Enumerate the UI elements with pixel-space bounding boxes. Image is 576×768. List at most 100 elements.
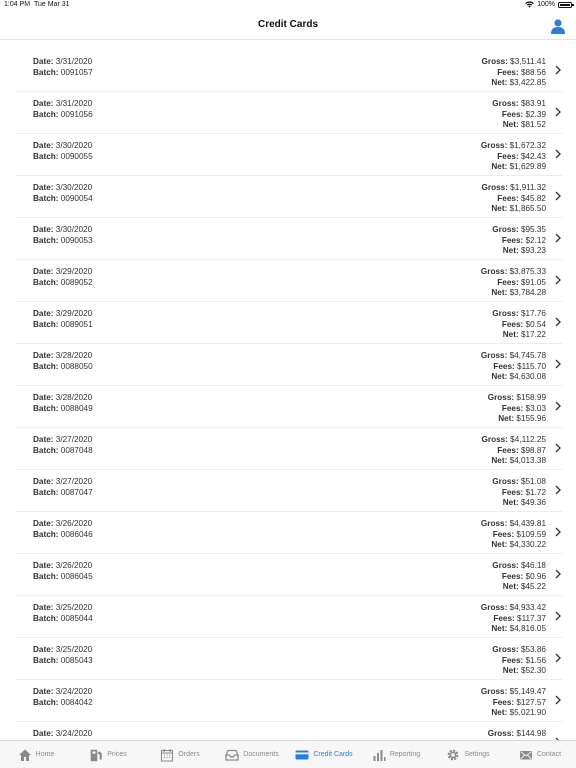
row-amounts: Gross: $3,511.41 Fees: $88.56 Net: $3,422.… [482, 57, 546, 89]
row-fees: Fees: $1.72 [501, 487, 546, 497]
row-left: Date: 3/30/2020 Batch: 0090055 [33, 141, 93, 162]
row-batch: Batch: 0091056 [33, 109, 93, 119]
row-gross: Gross: $158.99 [487, 393, 546, 402]
row-fees: Fees: $45.82 [497, 193, 546, 203]
table-row[interactable]: Date: 3/30/2020 Batch: 0090054 Gross: $1,9… [16, 176, 562, 218]
table-row[interactable]: Date: 3/29/2020 Batch: 0089052 Gross: $3,8… [16, 260, 562, 302]
row-amounts: Gross: $17.76 Fees: $0.54 Net: $17.22 [492, 309, 546, 341]
tab-label: Settings [464, 751, 490, 758]
row-gross: Gross: $51.08 [492, 477, 546, 486]
table-row[interactable]: Date: 3/25/2020 Batch: 0085043 Gross: $53.… [16, 638, 562, 680]
row-amounts: Gross: $95.35 Fees: $2.12 Net: $93.23 [492, 225, 546, 257]
table-row[interactable]: Date: 3/28/2020 Batch: 0088050 Gross: $4,7… [16, 344, 562, 386]
row-net: Net: $17.22 [502, 330, 546, 339]
row-amounts: Gross: $51.08 Fees: $1.72 Net: $49.36 [492, 477, 546, 509]
battery-percent: 100% [537, 1, 555, 8]
chevron-right-icon [555, 527, 561, 537]
row-fees: Fees: $115.70 [493, 361, 546, 371]
chevron-right-icon [555, 695, 561, 705]
row-amounts: Gross: $4,745.78 Fees: $115.70 Net: $4,630… [481, 351, 546, 383]
tab-prices[interactable]: Prices [72, 741, 144, 768]
row-gross: Gross: $144.98 [487, 729, 546, 738]
chevron-right-icon [555, 443, 561, 453]
table-row[interactable]: Date: 3/29/2020 Batch: 0089051 Gross: $17.… [16, 302, 562, 344]
table-row[interactable]: Date: 3/27/2020 Batch: 0087047 Gross: $51.… [16, 470, 562, 512]
navigation-bar: Credit Cards [0, 12, 576, 40]
row-batch: Batch: 0087047 [33, 487, 93, 497]
battery-icon [558, 1, 574, 8]
inbox-icon [225, 749, 239, 761]
table-row[interactable]: Date: 3/27/2020 Batch: 0087048 Gross: $4,1… [16, 428, 562, 470]
row-date: Date: 3/27/2020 [33, 435, 93, 444]
row-batch: Batch: 0090055 [33, 151, 93, 161]
row-amounts: Gross: $158.99 Fees: $3.03 Net: $155.96 [488, 393, 546, 425]
table-row[interactable]: Date: 3/26/2020 Batch: 0086046 Gross: $4,4… [16, 512, 562, 554]
credit-card-icon [295, 750, 309, 759]
row-net: Net: $52.30 [502, 666, 546, 675]
row-left: Date: 3/24/2020 Batch: 0084042 [33, 687, 93, 708]
row-gross: Gross: $5,149.47 [480, 687, 546, 696]
row-amounts: Gross: $53.86 Fees: $1.56 Net: $52.30 [492, 645, 546, 677]
row-batch: Batch: 0086046 [33, 529, 93, 539]
table-row[interactable]: Date: 3/26/2020 Batch: 0086045 Gross: $46.… [16, 554, 562, 596]
table-row[interactable]: Date: 3/30/2020 Batch: 0090055 Gross: $1,6… [16, 134, 562, 176]
row-left: Date: 3/29/2020 Batch: 0089052 [33, 267, 93, 288]
row-left: Date: 3/25/2020 Batch: 0085044 [33, 603, 93, 624]
tab-contact[interactable]: Contact [504, 741, 576, 768]
table-row[interactable]: Date: 3/28/2020 Batch: 0088049 Gross: $158… [16, 386, 562, 428]
tab-documents[interactable]: Documents [216, 741, 288, 768]
row-batch: Batch: 0088050 [33, 361, 93, 371]
page-title: Credit Cards [257, 19, 318, 30]
row-fees: Fees: $3.03 [501, 403, 546, 413]
row-date: Date: 3/31/2020 [33, 99, 93, 108]
chevron-right-icon [555, 65, 561, 75]
tab-label: Reporting [389, 751, 421, 758]
table-row[interactable]: Date: 3/25/2020 Batch: 0085044 Gross: $4,9… [16, 596, 562, 638]
row-left: Date: 3/30/2020 Batch: 0090054 [33, 183, 93, 204]
row-date: Date: 3/24/2020 [33, 687, 93, 696]
tab-home[interactable]: Home [0, 741, 72, 768]
row-date: Date: 3/28/2020 [33, 351, 93, 360]
table-row[interactable]: Date: 3/31/2020 Batch: 0091056 Gross: $83.… [16, 92, 562, 134]
row-net: Net: $4,013.38 [491, 456, 546, 465]
table-row[interactable]: Date: 3/24/2020 Gross: $144.98 [16, 722, 562, 740]
row-left: Date: 3/28/2020 Batch: 0088050 [33, 351, 93, 372]
row-amounts: Gross: $4,439.81 Fees: $109.59 Net: $4,330… [481, 519, 546, 551]
tab-credit-cards[interactable]: Credit Cards [288, 741, 360, 768]
row-net: Net: $155.96 [498, 414, 546, 423]
chevron-right-icon [555, 359, 561, 369]
row-date: Date: 3/30/2020 [33, 225, 93, 234]
row-left: Date: 3/24/2020 [33, 729, 92, 740]
tab-label: Credit Cards [313, 751, 353, 758]
row-date: Date: 3/27/2020 [33, 477, 93, 486]
row-left: Date: 3/27/2020 Batch: 0087047 [33, 477, 93, 498]
row-batch: Batch: 0086045 [33, 571, 93, 581]
tab-settings[interactable]: Settings [432, 741, 504, 768]
row-left: Date: 3/27/2020 Batch: 0087048 [33, 435, 93, 456]
user-icon[interactable] [550, 18, 566, 34]
row-gross: Gross: $83.91 [492, 99, 546, 108]
row-amounts: Gross: $3,875.33 Fees: $91.05 Net: $3,784.… [481, 267, 546, 299]
chevron-right-icon [555, 401, 561, 411]
batch-list[interactable]: Date: 3/31/2020 Batch: 0091057 Gross: $3,5… [16, 50, 562, 740]
row-net: Net: $49.36 [502, 498, 546, 507]
chevron-right-icon [555, 107, 561, 117]
table-row[interactable]: Date: 3/30/2020 Batch: 0090053 Gross: $95.… [16, 218, 562, 260]
row-net: Net: $4,330.22 [491, 540, 546, 549]
tab-label: Orders [178, 751, 200, 758]
row-batch: Batch: 0089051 [33, 319, 93, 329]
row-amounts: Gross: $4,933.42 Fees: $117.37 Net: $4,816… [481, 603, 546, 635]
tab-orders[interactable]: Orders [144, 741, 216, 768]
envelope-icon [519, 750, 532, 759]
row-left: Date: 3/29/2020 Batch: 0089051 [33, 309, 93, 330]
row-fees: Fees: $2.12 [501, 235, 546, 245]
status-time: 1:04 PM Tue Mar 31 [4, 1, 70, 8]
row-gross: Gross: $3,875.33 [480, 267, 546, 276]
table-row[interactable]: Date: 3/31/2020 Batch: 0091057 Gross: $3,5… [16, 50, 562, 92]
tab-reporting[interactable]: Reporting [360, 741, 432, 768]
table-row[interactable]: Date: 3/24/2020 Batch: 0084042 Gross: $5,1… [16, 680, 562, 722]
row-amounts: Gross: $4,112.25 Fees: $98.87 Net: $4,013.… [482, 435, 546, 467]
row-gross: Gross: $3,511.41 [481, 57, 546, 66]
row-date: Date: 3/26/2020 [33, 561, 93, 570]
row-net: Net: $4,630.08 [491, 372, 546, 381]
